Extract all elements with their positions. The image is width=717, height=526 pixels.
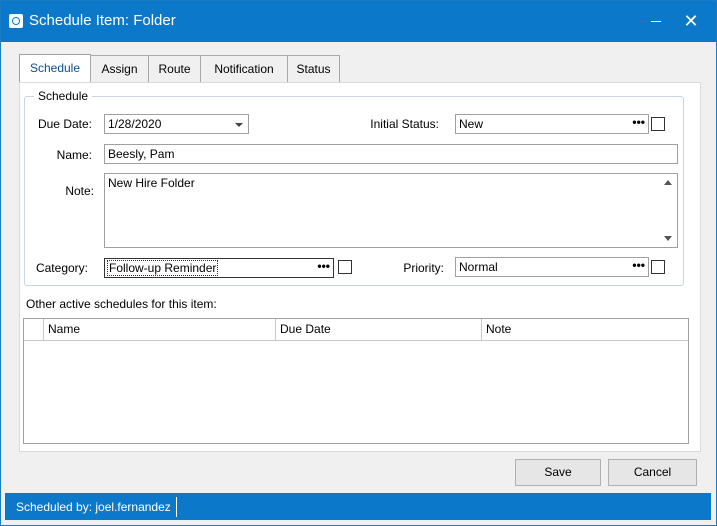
initial-status-value: New [459,117,484,131]
grid-header: Name Due Date Note [24,319,688,341]
other-schedules-label: Other active schedules for this item: [26,297,217,311]
tab-assign[interactable]: Assign [90,55,149,83]
title-bar: Schedule Item: Folder ✕ [1,1,716,42]
column-header-note[interactable]: Note [481,319,688,340]
scroll-down-icon[interactable] [664,236,672,241]
due-date-label: Due Date: [37,117,92,131]
status-separator [176,497,177,517]
minimize-icon [651,21,661,22]
due-date-value: 1/28/2020 [108,117,162,131]
initial-status-field[interactable]: New ••• [455,114,649,134]
initial-status-ellipsis-button[interactable]: ••• [632,113,645,131]
category-field[interactable]: Follow-up Reminder ••• [104,258,334,278]
category-label: Category: [35,261,88,275]
tab-status[interactable]: Status [287,55,340,83]
save-button[interactable]: Save [515,459,601,486]
note-value: New Hire Folder [108,176,195,190]
note-textarea[interactable]: New Hire Folder [104,173,678,248]
camera-icon [9,14,23,28]
schedule-group-legend: Schedule [34,89,93,103]
tab-notification[interactable]: Notification [200,55,288,83]
tab-route[interactable]: Route [148,55,201,83]
scroll-up-icon[interactable] [664,180,672,185]
priority-ellipsis-button[interactable]: ••• [632,256,645,274]
category-value: Follow-up Reminder [106,260,219,276]
category-checkbox[interactable] [338,260,352,274]
category-ellipsis-button[interactable]: ••• [317,257,330,275]
initial-status-checkbox[interactable] [651,117,665,131]
column-header-due-date[interactable]: Due Date [275,319,481,340]
scheduled-by-text: Scheduled by: joel.fernandez [16,500,171,514]
name-label: Name: [56,148,92,162]
window-title: Schedule Item: Folder [29,12,176,29]
close-button[interactable]: ✕ [676,9,706,33]
priority-label: Priority: [403,261,444,275]
tab-schedule[interactable]: Schedule [19,54,91,84]
name-field[interactable]: Beesly, Pam [104,144,678,164]
initial-status-label: Initial Status: [370,117,439,131]
priority-field[interactable]: Normal ••• [455,257,649,277]
priority-checkbox[interactable] [651,260,665,274]
row-selector-header [24,319,43,340]
due-date-picker[interactable]: 1/28/2020 [104,114,249,134]
status-bar: Scheduled by: joel.fernandez [5,493,711,520]
minimize-button[interactable] [641,9,671,33]
note-label: Note: [65,184,94,198]
column-header-name[interactable]: Name [43,319,275,340]
priority-value: Normal [459,260,498,274]
cancel-button[interactable]: Cancel [608,459,697,486]
other-schedules-grid[interactable]: Name Due Date Note [23,318,689,444]
chevron-down-icon[interactable] [235,123,243,127]
